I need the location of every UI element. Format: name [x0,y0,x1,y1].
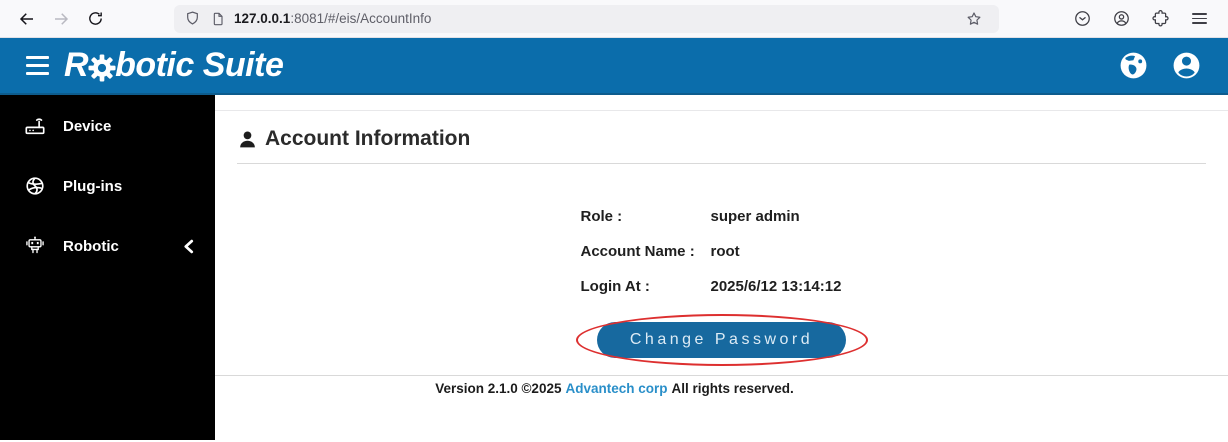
app-logo[interactable]: R botic Suite [64,46,283,85]
field-label-role: Role : [581,208,711,225]
extensions-puzzle-icon [1151,9,1170,28]
back-button[interactable] [12,5,42,33]
firefox-account-button[interactable] [1106,5,1136,33]
field-value-account: root [711,243,863,260]
sidebar-item-label: Plug-ins [63,178,122,195]
shield-icon [184,10,201,27]
forward-arrow-icon [52,10,70,28]
change-password-button[interactable]: Change Password [597,322,846,358]
user-menu-button[interactable] [1170,50,1202,82]
page-title: Account Information [265,127,470,151]
device-router-icon [24,115,46,137]
back-arrow-icon [18,10,36,28]
page-footer: Version 2.1.0 ©2025 Advantech corp All rig… [215,375,1228,396]
language-button[interactable] [1117,50,1149,82]
pocket-icon [1073,9,1092,28]
browser-chrome: 127.0.0.1:8081/#/eis/AccountInfo [0,0,1228,38]
pocket-button[interactable] [1067,5,1097,33]
sidebar-item-label: Device [63,118,111,135]
sidebar-item-robotic[interactable]: Robotic [0,232,215,260]
sidebar-item-device[interactable]: Device [0,112,215,140]
hamburger-menu-icon [26,56,49,59]
advantech-link[interactable]: Advantech corp [565,381,667,396]
url-host: 127.0.0.1 [234,11,290,26]
footer-rights: All rights reserved. [672,381,794,396]
field-label-account: Account Name : [581,243,711,260]
bookmark-button[interactable] [961,5,987,33]
sidebar-item-label: Robotic [63,238,119,255]
url-path: :8081/#/eis/AccountInfo [290,11,431,26]
browser-menu-button[interactable] [1184,5,1214,33]
field-value-login: 2025/6/12 13:14:12 [711,278,863,295]
bookmark-star-icon [965,10,983,28]
reload-button[interactable] [80,5,110,33]
field-label-login: Login At : [581,278,711,295]
url-text: 127.0.0.1:8081/#/eis/AccountInfo [234,11,961,26]
user-icon [1171,50,1202,81]
account-icon [1112,9,1131,28]
main-content: Account Information Role : super admin A… [215,95,1228,440]
person-icon [237,129,258,150]
forward-button[interactable] [46,5,76,33]
title-divider [237,163,1206,164]
logo-prefix: R [64,46,88,85]
gear-icon [88,54,116,82]
app-header: R botic Suite [0,38,1228,95]
plugins-sphere-icon [24,175,46,197]
field-value-role: super admin [711,208,863,225]
chevron-left-icon [182,239,195,254]
extensions-button[interactable] [1145,5,1175,33]
footer-version: Version 2.1.0 ©2025 [435,381,561,396]
globe-icon [1118,50,1149,81]
url-bar[interactable]: 127.0.0.1:8081/#/eis/AccountInfo [174,5,999,33]
sidebar-item-plugins[interactable]: Plug-ins [0,172,215,200]
account-fields: Role : super admin Account Name : root L… [581,208,863,295]
content-top-divider [215,110,1228,111]
reload-icon [87,10,104,27]
logo-suffix: botic Suite [115,46,283,85]
app-menu-icon [1192,13,1207,24]
page-icon [210,11,226,27]
page-title-row: Account Information [237,127,1206,151]
robot-icon [24,235,46,257]
sidebar-toggle-button[interactable] [26,56,49,75]
